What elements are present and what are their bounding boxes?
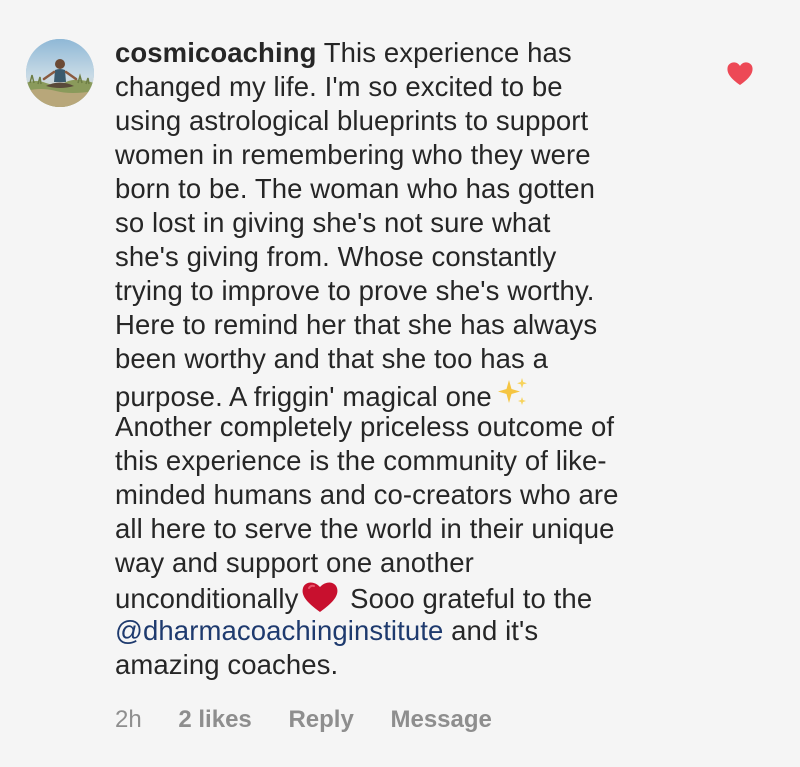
comment-text-segment: unconditionally (115, 583, 299, 614)
comment-line: so lost in giving she's not sure what (115, 207, 551, 238)
comment-text-segment: purpose. A friggin' magical one (115, 381, 492, 412)
comment-line: using astrological blueprints to support (115, 105, 589, 136)
comment-line: way and support one another (115, 547, 474, 578)
comment-line: Here to remind her that she has always (115, 309, 598, 340)
comment-line: Another completely priceless outcome of (115, 411, 615, 442)
comment-line: this experience is the community of like… (115, 445, 607, 476)
comment-text-segment: This experience has (316, 37, 572, 68)
comment-line: unconditionally Sooo grateful to the (115, 580, 715, 614)
username-link[interactable]: cosmicoaching (115, 37, 317, 68)
avatar-image (26, 39, 94, 107)
comment-line: born to be. The woman who has gotten (115, 173, 596, 204)
avatar[interactable] (26, 39, 94, 107)
likes-count-button[interactable]: 2 likes (178, 705, 251, 735)
comment-text-segment: Sooo grateful to the (342, 583, 593, 614)
message-button[interactable]: Message (390, 705, 491, 735)
comment-text: cosmicoaching This experience has change… (115, 36, 715, 682)
comment-line: all here to serve the world in their uni… (115, 513, 615, 544)
comment-line: purpose. A friggin' magical one (115, 376, 715, 412)
comment-line: minded humans and co-creators who are (115, 479, 619, 510)
comment-line: trying to improve to prove she's worthy. (115, 275, 595, 306)
comment-line: cosmicoaching This experience has (115, 36, 715, 70)
comment-line: @dharmacoachinginstitute and it's (115, 614, 715, 648)
comment-line: changed my life. I'm so excited to be (115, 71, 563, 102)
comment-line: amazing coaches. (115, 649, 339, 680)
comment-meta: 2h 2 likes Reply Message (115, 705, 492, 735)
comment-line: she's giving from. Whose constantly (115, 241, 557, 272)
comment-line: women in remembering who they were (115, 139, 591, 170)
mention-link[interactable]: @dharmacoachinginstitute (115, 615, 443, 646)
timestamp: 2h (115, 706, 142, 733)
comment-line: been worthy and that she too has a (115, 343, 549, 374)
reply-button[interactable]: Reply (288, 705, 353, 735)
comment: cosmicoaching This experience has change… (0, 0, 800, 767)
comment-text-segment: and it's (443, 615, 539, 646)
like-heart-icon[interactable] (726, 61, 754, 87)
